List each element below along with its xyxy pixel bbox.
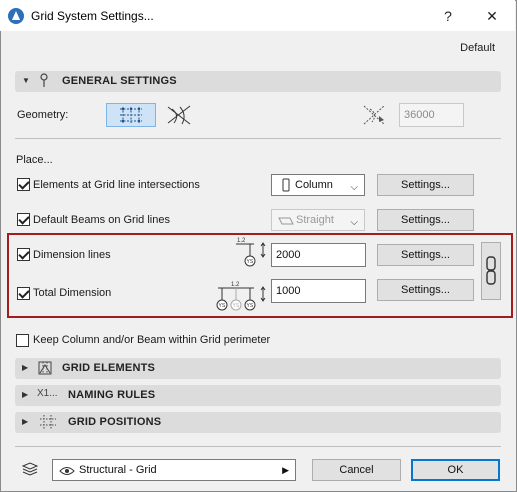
column-icon: [280, 178, 292, 199]
expand-right-icon: ▶: [22, 390, 29, 399]
svg-text:YS: YS: [247, 259, 254, 265]
window-title: Grid System Settings...: [31, 9, 154, 23]
dim-small-text: 1.2: [237, 238, 246, 244]
naming-rules-icon: X1...: [37, 388, 58, 399]
angle-icon: [360, 102, 390, 128]
divider: [15, 446, 501, 447]
dimension-lines-label: Dimension lines: [33, 249, 111, 261]
naming-rules-header[interactable]: ▶ X1... NAMING RULES: [15, 385, 501, 406]
dimension-lines-checkbox[interactable]: [17, 248, 30, 261]
ok-button[interactable]: OK: [411, 459, 500, 481]
total-dimension-checkbox[interactable]: [17, 287, 30, 300]
grid-elements-header[interactable]: ▶ GRID ELEMENTS: [15, 358, 501, 379]
link-chain-button[interactable]: [481, 242, 501, 300]
favorite-default-label[interactable]: Default: [460, 42, 495, 54]
grid-elements-icon: [37, 360, 53, 375]
beam-type-value: Straight: [296, 214, 334, 226]
angle-value-field[interactable]: 36000: [399, 103, 464, 127]
radial-grid-icon[interactable]: [160, 103, 210, 127]
grid-intersections-checkbox[interactable]: [17, 178, 30, 191]
divider: [15, 138, 501, 139]
geometry-label: Geometry:: [17, 109, 69, 121]
beam-settings-button[interactable]: Settings...: [377, 209, 474, 231]
grid-positions-icon: [39, 414, 56, 429]
svg-text:YS: YS: [233, 303, 240, 309]
element-type-value: Column: [295, 179, 333, 191]
dimension-line-icon: 1.2 YS: [232, 234, 268, 268]
total-dimension-offset-field[interactable]: 1000: [271, 279, 366, 303]
place-label: Place...: [16, 154, 53, 166]
grid-positions-header[interactable]: ▶ GRID POSITIONS: [15, 412, 501, 433]
grid-intersections-label: Elements at Grid line intersections: [33, 179, 200, 191]
dimension-lines-offset-field[interactable]: 2000: [271, 243, 366, 267]
chevron-right-icon: ▶: [282, 465, 289, 475]
default-beams-checkbox[interactable]: [17, 213, 30, 226]
title-bar: Grid System Settings... ? ✕: [0, 0, 515, 31]
close-button[interactable]: ✕: [482, 6, 502, 26]
svg-text:YS: YS: [247, 303, 254, 309]
svg-text:YS: YS: [219, 303, 226, 309]
grid-positions-label: GRID POSITIONS: [68, 416, 162, 428]
archicad-app-icon: [8, 8, 24, 24]
total-dimension-label: Total Dimension: [33, 287, 112, 299]
layers-icon: [21, 460, 39, 478]
expand-right-icon: ▶: [22, 417, 29, 426]
keep-within-perimeter-checkbox[interactable]: [16, 334, 29, 347]
naming-rules-label: NAMING RULES: [68, 389, 156, 401]
general-settings-label: GENERAL SETTINGS: [62, 75, 177, 87]
svg-text:1.2: 1.2: [231, 282, 240, 288]
chain-link-icon: [486, 256, 496, 285]
general-settings-header[interactable]: ▼ GENERAL SETTINGS: [15, 71, 501, 92]
help-button[interactable]: ?: [438, 6, 458, 26]
pin-icon: [39, 73, 55, 88]
dimension-lines-settings-button[interactable]: Settings...: [377, 244, 474, 266]
default-beams-label: Default Beams on Grid lines: [33, 214, 170, 226]
element-settings-button[interactable]: Settings...: [377, 174, 474, 196]
cancel-button[interactable]: Cancel: [312, 459, 401, 481]
expand-down-icon: ▼: [22, 76, 30, 85]
grid-elements-label: GRID ELEMENTS: [62, 362, 156, 374]
chevron-down-icon: ⌵: [350, 182, 358, 193]
expand-right-icon: ▶: [22, 363, 29, 372]
eye-icon: [59, 464, 75, 484]
beam-type-select[interactable]: Straight ⌵: [271, 209, 365, 231]
total-dimension-settings-button[interactable]: Settings...: [377, 279, 474, 301]
rectangular-grid-icon[interactable]: [106, 103, 156, 127]
straight-beam-icon: [278, 214, 294, 234]
layer-value: Structural - Grid: [79, 464, 157, 476]
element-type-select[interactable]: Column ⌵: [271, 174, 365, 196]
keep-within-perimeter-label: Keep Column and/or Beam within Grid peri…: [33, 334, 271, 346]
layer-select[interactable]: Structural - Grid ▶: [52, 459, 296, 481]
total-dimension-icon: 1.2 YS YS YS: [212, 275, 268, 313]
chevron-down-icon: ⌵: [350, 217, 358, 228]
